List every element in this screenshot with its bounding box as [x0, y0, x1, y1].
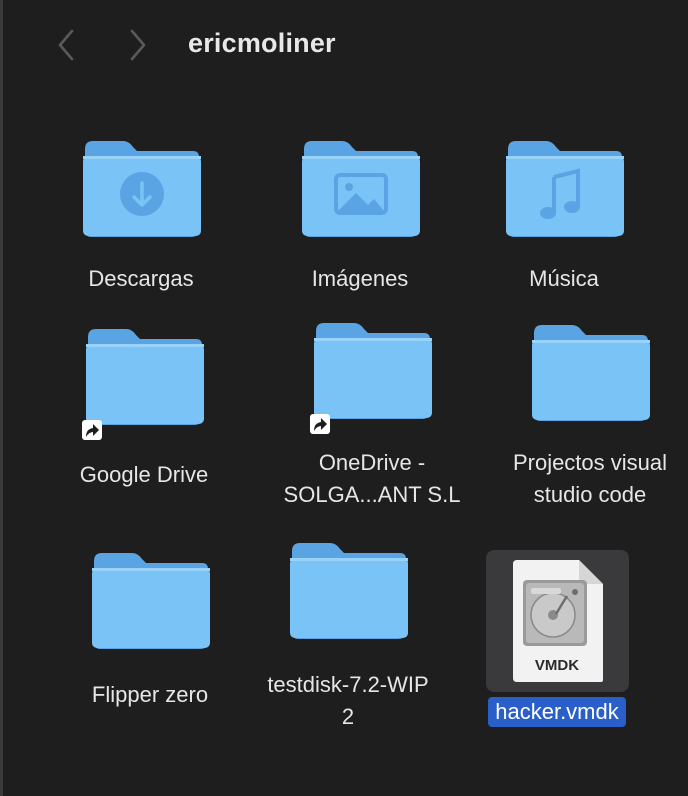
icon-container: VMDK: [507, 556, 607, 684]
item-label-line1: Projectos visual: [512, 450, 668, 475]
folder-item-descargas[interactable]: Descargas: [46, 131, 236, 295]
item-label-selected: hacker.vmdk: [488, 696, 626, 728]
icon-container: [499, 131, 629, 241]
item-label: OneDrive - SOLGA...ANT S.L: [284, 447, 461, 511]
icon-container: [76, 131, 206, 241]
item-label: Descargas: [88, 266, 194, 291]
folder-item-flipper-zero[interactable]: Flipper zero: [55, 543, 245, 711]
vmdk-file-icon: VMDK: [513, 560, 603, 682]
vmdk-badge-text: VMDK: [535, 657, 579, 674]
folder-item-projectos[interactable]: Projectos visual studio code: [495, 315, 685, 511]
item-label-line2: SOLGA...ANT S.L: [283, 482, 461, 507]
item-label: Google Drive: [79, 462, 209, 487]
item-label-line2: 2: [341, 704, 355, 729]
folder-item-imagenes[interactable]: Imágenes: [265, 131, 455, 295]
alias-arrow-icon: [82, 420, 102, 440]
item-label-line1: OneDrive -: [318, 450, 426, 475]
item-label: Imágenes: [311, 266, 409, 291]
icon-container: [307, 313, 437, 434]
selected-filename: hacker.vmdk: [488, 697, 626, 727]
folder-item-musica[interactable]: Música: [469, 131, 659, 295]
item-label-line2: studio code: [533, 482, 647, 507]
icon-container: [85, 543, 215, 653]
folder-item-onedrive[interactable]: OneDrive - SOLGA...ANT S.L: [277, 313, 467, 511]
item-label-line1: testdisk-7.2-WIP: [267, 672, 429, 697]
folder-icon: [86, 329, 204, 425]
toolbar: ericmoliner: [3, 0, 688, 92]
item-label: Projectos visual studio code: [513, 447, 667, 511]
icon-container: [79, 319, 209, 440]
folder-item-testdisk[interactable]: testdisk-7.2-WIP 2: [253, 533, 443, 733]
icon-container: [295, 131, 425, 241]
icon-container: [525, 315, 655, 425]
folder-icon: [532, 325, 650, 421]
chevron-right-icon: [130, 29, 146, 61]
finder-window: ericmoliner Descargas Imágenes Música Go…: [0, 0, 688, 796]
pictures-folder-icon: [302, 141, 420, 237]
folder-icon: [314, 323, 432, 419]
icon-container: [283, 533, 413, 643]
window-title: ericmoliner: [188, 28, 336, 58]
forward-button[interactable]: [123, 28, 153, 62]
folder-icon: [290, 543, 408, 639]
chevron-left-icon: [58, 29, 74, 61]
downloads-folder-icon: [83, 141, 201, 237]
alias-arrow-icon: [310, 414, 330, 434]
item-label: Música: [529, 266, 599, 291]
item-label: testdisk-7.2-WIP 2: [267, 669, 428, 733]
back-button[interactable]: [51, 28, 81, 62]
item-label: Flipper zero: [91, 682, 209, 707]
folder-icon: [92, 553, 210, 649]
music-folder-icon: [506, 141, 624, 237]
folder-item-google-drive[interactable]: Google Drive: [49, 319, 239, 491]
file-item-hacker-vmdk[interactable]: VMDK hacker.vmdk: [462, 556, 652, 728]
